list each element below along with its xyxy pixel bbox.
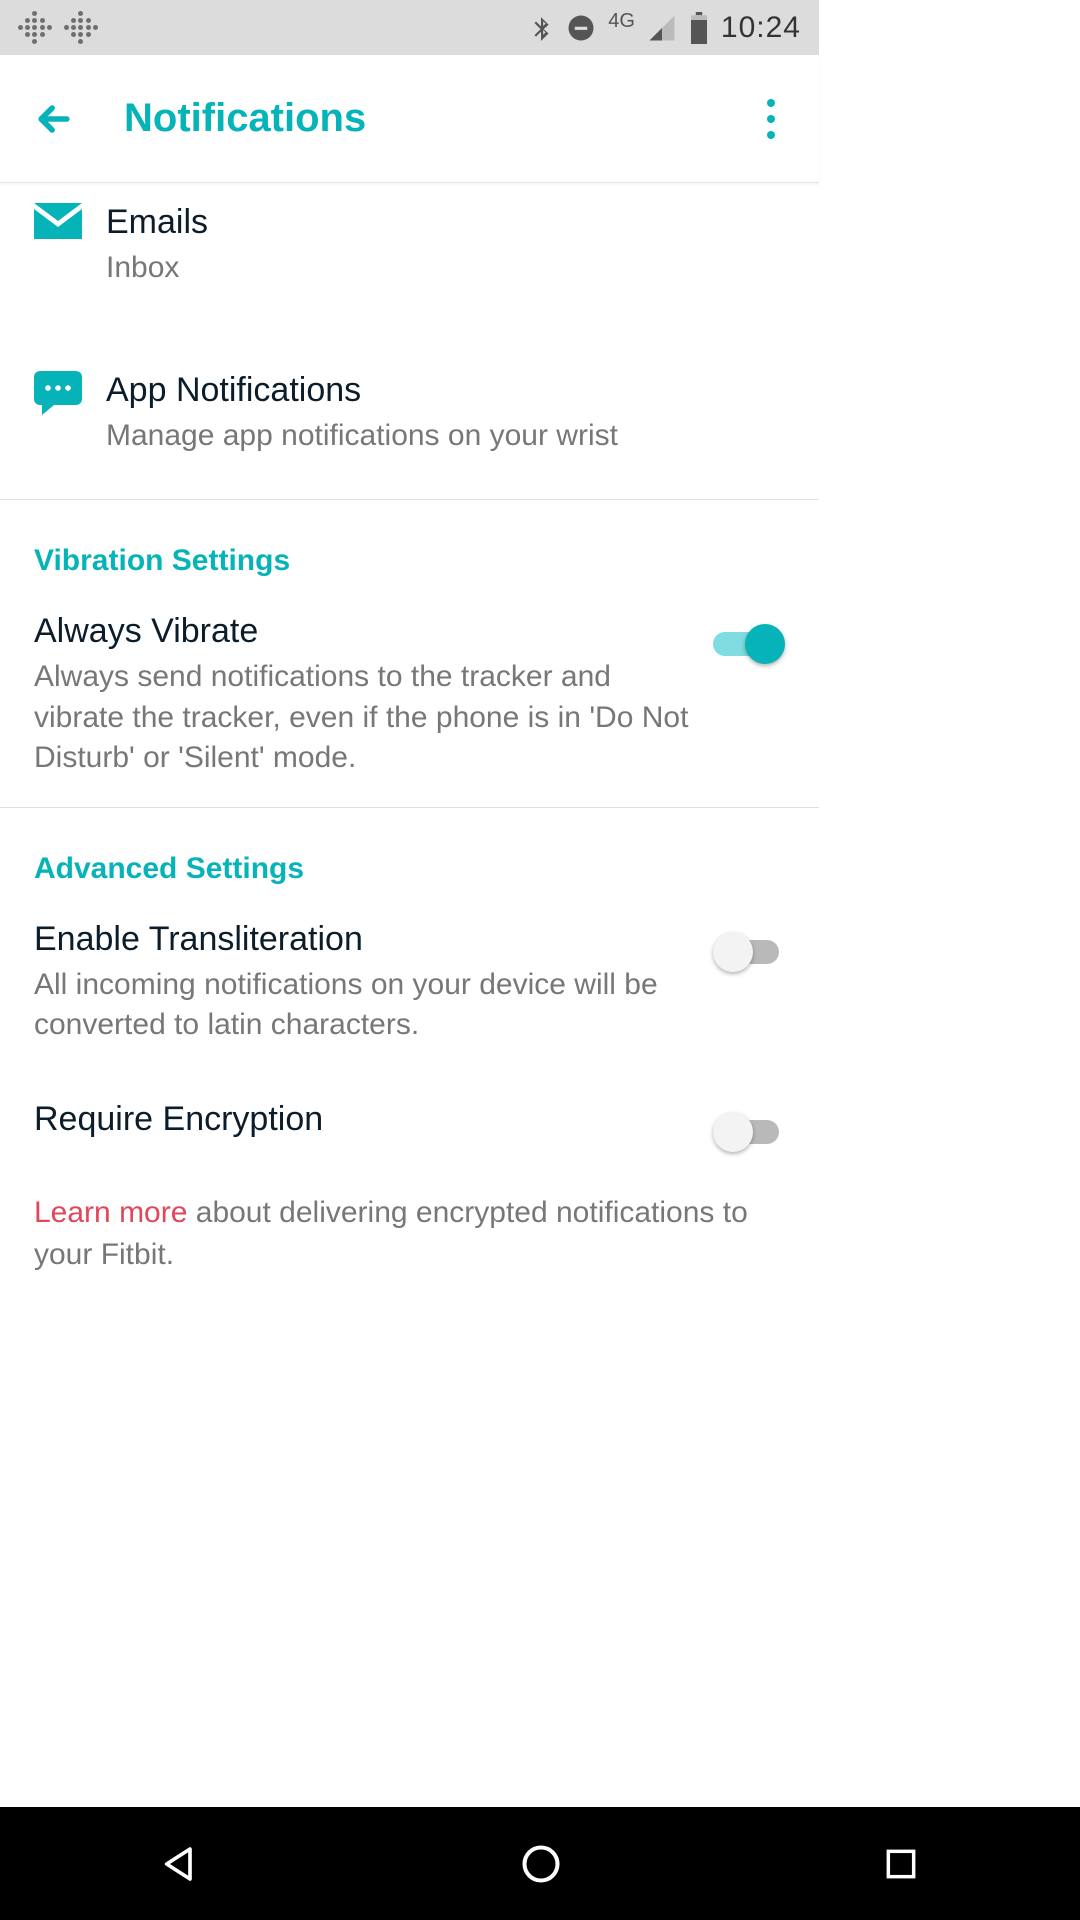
encryption-toggle[interactable]	[713, 1110, 785, 1154]
always-vibrate-desc: Always send notifications to the tracker…	[34, 657, 693, 779]
bluetooth-icon	[528, 12, 554, 44]
battery-icon	[689, 12, 709, 44]
back-button[interactable]	[24, 97, 84, 141]
transliteration-toggle[interactable]	[713, 930, 785, 974]
encryption-learn-more: Learn more about delivering encrypted no…	[0, 1182, 819, 1316]
mail-icon	[34, 203, 94, 239]
appnotif-subtitle: Manage app notifications on your wrist	[106, 416, 785, 455]
always-vibrate-title: Always Vibrate	[34, 612, 693, 651]
appnotif-title: App Notifications	[106, 371, 785, 410]
app-notifications-item[interactable]: App Notifications Manage app notificatio…	[0, 331, 819, 499]
dnd-icon	[566, 13, 596, 43]
advanced-section-header: Advanced Settings	[0, 808, 819, 906]
emails-title: Emails	[106, 203, 785, 242]
page-title: Notifications	[84, 96, 747, 141]
learn-more-link[interactable]: Learn more	[34, 1196, 187, 1229]
always-vibrate-toggle[interactable]	[713, 622, 785, 666]
signal-icon	[647, 13, 677, 43]
fitbit-icon	[64, 11, 98, 45]
transliteration-row[interactable]: Enable Transliteration All incoming noti…	[0, 906, 819, 1074]
encryption-title: Require Encryption	[34, 1100, 693, 1139]
status-bar: 4G 10:24	[0, 0, 819, 55]
transliteration-desc: All incoming notifications on your devic…	[34, 965, 693, 1046]
nav-recents-button[interactable]	[882, 1845, 920, 1883]
network-type: 4G	[608, 10, 635, 33]
status-time: 10:24	[721, 11, 801, 45]
always-vibrate-row[interactable]: Always Vibrate Always send notifications…	[0, 598, 819, 807]
vibration-section-header: Vibration Settings	[0, 500, 819, 598]
fitbit-icon	[18, 11, 52, 45]
app-bar: Notifications	[0, 55, 819, 183]
transliteration-title: Enable Transliteration	[34, 920, 693, 959]
more-menu-button[interactable]	[747, 99, 795, 139]
emails-item[interactable]: Emails Inbox	[0, 183, 819, 331]
encryption-row[interactable]: Require Encryption	[0, 1074, 819, 1182]
emails-subtitle: Inbox	[106, 248, 785, 287]
nav-home-button[interactable]	[519, 1842, 563, 1886]
content: Emails Inbox App Notifications Manage ap…	[0, 183, 819, 1343]
android-nav-bar	[0, 1807, 1080, 1920]
chat-icon	[34, 371, 94, 415]
nav-back-button[interactable]	[160, 1844, 200, 1884]
